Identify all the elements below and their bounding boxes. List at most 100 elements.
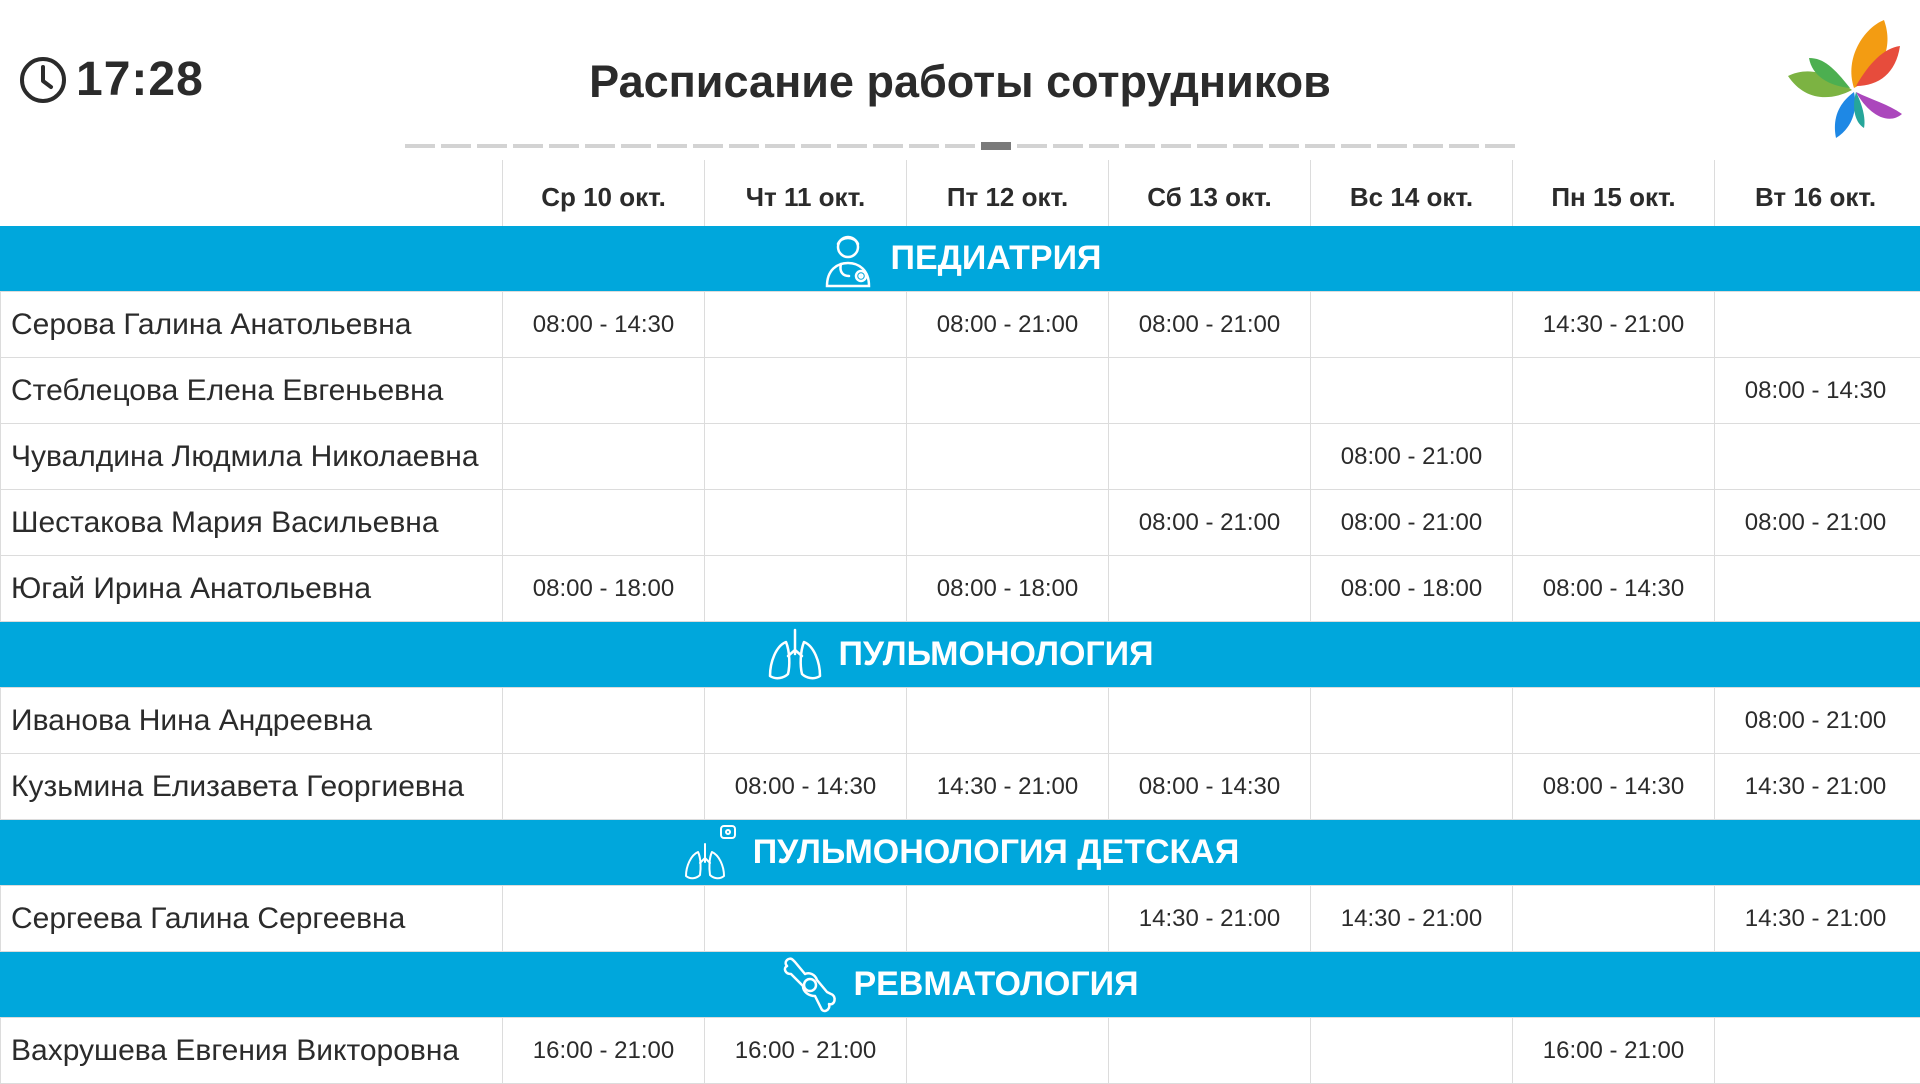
shift-cell: [704, 688, 906, 753]
shift-cell: 16:00 - 21:00: [704, 1018, 906, 1083]
day-header: Вс 14 окт.: [1310, 160, 1512, 226]
page-dot: [1269, 144, 1299, 148]
page-indicator: [405, 142, 1515, 150]
shift-cell: [1310, 358, 1512, 423]
shift-cell: [704, 886, 906, 951]
table-row: Кузьмина Елизавета Георгиевна 08:00 - 14:…: [0, 754, 1920, 820]
shift-cell: [502, 358, 704, 423]
page-dot: [441, 144, 471, 148]
page-dot: [1341, 144, 1371, 148]
page-dot: [1377, 144, 1407, 148]
page-dot: [1161, 144, 1191, 148]
page-dot: [729, 144, 759, 148]
page-dot: [585, 144, 615, 148]
page-dot: [657, 144, 687, 148]
shift-cell: 08:00 - 14:30: [1108, 754, 1310, 819]
shift-cell: 08:00 - 21:00: [906, 292, 1108, 357]
shift-cell: [502, 886, 704, 951]
schedule-table: Ср 10 окт. Чт 11 окт. Пт 12 окт. Сб 13 окт.…: [0, 160, 1920, 1084]
day-header: Пт 12 окт.: [906, 160, 1108, 226]
shift-cell: 08:00 - 21:00: [1714, 688, 1916, 753]
department-name: РЕВМАТОЛОГИЯ: [853, 965, 1139, 1003]
day-header: Пн 15 окт.: [1512, 160, 1714, 226]
shift-cell: 08:00 - 14:30: [1714, 358, 1916, 423]
page-dot: [405, 144, 435, 148]
shift-cell: 08:00 - 18:00: [1310, 556, 1512, 621]
shift-cell: [1108, 358, 1310, 423]
department-header: ПЕДИАТРИЯ: [0, 226, 1920, 292]
pediatrician-icon: [819, 230, 877, 288]
shift-cell: [1512, 424, 1714, 489]
shift-cell: 08:00 - 21:00: [1310, 424, 1512, 489]
day-header: Вт 16 окт.: [1714, 160, 1916, 226]
shift-cell: [906, 490, 1108, 555]
table-row: Югай Ирина Анатольевна 08:00 - 18:00 08:00…: [0, 556, 1920, 622]
department-name: ПУЛЬМОНОЛОГИЯ ДЕТСКАЯ: [752, 833, 1240, 871]
shift-cell: 08:00 - 14:30: [502, 292, 704, 357]
employee-name: Иванова Нина Андреевна: [0, 688, 502, 753]
page-dot: [1053, 144, 1083, 148]
employee-name: Шестакова Мария Васильевна: [0, 490, 502, 555]
shift-cell: 08:00 - 14:30: [704, 754, 906, 819]
employee-name: Сергеева Галина Сергеевна: [0, 886, 502, 951]
page-dot: [477, 144, 507, 148]
shift-cell: [906, 358, 1108, 423]
shift-cell: 14:30 - 21:00: [906, 754, 1108, 819]
shift-cell: 08:00 - 21:00: [1714, 490, 1916, 555]
shift-cell: [502, 754, 704, 819]
table-row: Сергеева Галина Сергеевна 14:30 - 21:00 14…: [0, 886, 1920, 952]
shift-cell: 08:00 - 21:00: [1310, 490, 1512, 555]
shift-cell: 16:00 - 21:00: [1512, 1018, 1714, 1083]
page-dot: [1485, 144, 1515, 148]
shift-cell: [502, 490, 704, 555]
shift-cell: 08:00 - 14:30: [1512, 556, 1714, 621]
page-title: Расписание работы сотрудников: [589, 56, 1331, 107]
page-dot: [1305, 144, 1335, 148]
joint-icon: [781, 956, 839, 1014]
page-dot: [1089, 144, 1119, 148]
shift-cell: [1714, 1018, 1916, 1083]
lungs-icon: [766, 626, 824, 684]
shift-cell: [704, 358, 906, 423]
table-row: Серова Галина Анатольевна 08:00 - 14:30 08…: [0, 292, 1920, 358]
page-dot: [1017, 144, 1047, 148]
shift-cell: 14:30 - 21:00: [1310, 886, 1512, 951]
page-dot: [693, 144, 723, 148]
page-dot: [837, 144, 867, 148]
shift-cell: [1714, 556, 1916, 621]
shift-cell: [704, 490, 906, 555]
page-dot: [981, 142, 1011, 150]
page-dot: [549, 144, 579, 148]
table-row: Иванова Нина Андреевна 08:00 - 21:00: [0, 688, 1920, 754]
shift-cell: [1512, 358, 1714, 423]
shift-cell: [704, 556, 906, 621]
page-dot: [909, 144, 939, 148]
shift-cell: [906, 424, 1108, 489]
department-name: ПЕДИАТРИЯ: [890, 239, 1102, 277]
shift-cell: [1310, 292, 1512, 357]
shift-cell: [502, 424, 704, 489]
page-dot: [1233, 144, 1263, 148]
shift-cell: [1310, 1018, 1512, 1083]
department-header: ПУЛЬМОНОЛОГИЯ ДЕТСКАЯ: [0, 820, 1920, 886]
employee-name: Серова Галина Анатольевна: [0, 292, 502, 357]
page-dot: [1413, 144, 1443, 148]
department-header: РЕВМАТОЛОГИЯ: [0, 952, 1920, 1018]
shift-cell: [906, 1018, 1108, 1083]
shift-cell: 08:00 - 14:30: [1512, 754, 1714, 819]
page-dot: [621, 144, 651, 148]
employee-name: Чувалдина Людмила Николаевна: [0, 424, 502, 489]
shift-cell: [1108, 688, 1310, 753]
department-header: ПУЛЬМОНОЛОГИЯ: [0, 622, 1920, 688]
shift-cell: [502, 688, 704, 753]
page-dot: [1197, 144, 1227, 148]
page-dot: [1449, 144, 1479, 148]
shift-cell: [1512, 886, 1714, 951]
page-dot: [801, 144, 831, 148]
page-dot: [945, 144, 975, 148]
shift-cell: [704, 424, 906, 489]
butterfly-logo-icon: [1788, 20, 1902, 138]
child-lungs-icon: [681, 824, 739, 882]
shift-cell: 14:30 - 21:00: [1714, 754, 1916, 819]
corner-cell: [0, 160, 502, 226]
